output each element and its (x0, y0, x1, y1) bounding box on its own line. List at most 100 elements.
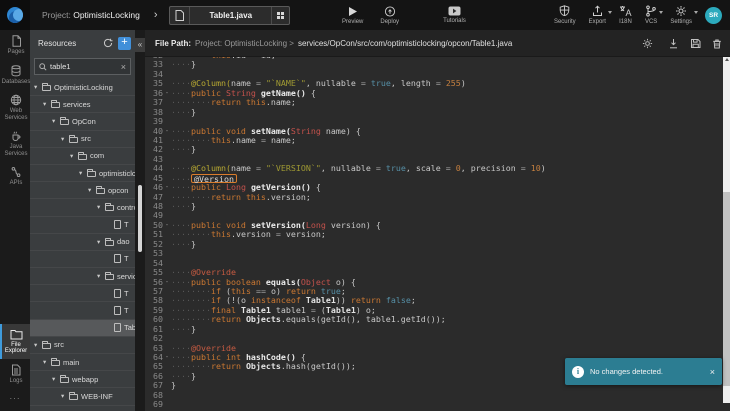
export-button[interactable]: Export (589, 5, 606, 25)
editor-scrollbar[interactable] (723, 57, 730, 403)
refresh-button[interactable] (103, 38, 113, 48)
code-line-39[interactable]: 39 (145, 117, 723, 126)
fold-marker[interactable]: - (163, 127, 171, 136)
tree-item-services[interactable]: ▾services (30, 96, 135, 113)
code-line-61[interactable]: 61····} (145, 325, 723, 334)
toast-close-icon[interactable]: × (710, 367, 715, 377)
tree-item-T[interactable]: T (30, 302, 135, 319)
caret-down-icon[interactable]: ▾ (43, 358, 51, 366)
editor-scrollbar-thumb[interactable] (723, 192, 730, 386)
code-line-55[interactable]: 55····@Override (145, 268, 723, 277)
fold-marker[interactable]: - (163, 221, 171, 230)
fold-marker[interactable]: - (163, 278, 171, 287)
code-line-54[interactable]: 54 (145, 259, 723, 268)
code-line-33[interactable]: 33····} (145, 60, 723, 69)
tree-scrollbar[interactable] (138, 185, 142, 252)
code-line-40[interactable]: 40-····public void setName(String name) … (145, 127, 723, 136)
fold-marker[interactable]: - (163, 183, 171, 192)
clear-search-icon[interactable]: × (121, 62, 126, 72)
code-line-58[interactable]: 58········if (!(o instanceof Table1)) re… (145, 296, 723, 305)
code-line-51[interactable]: 51········this.version = version; (145, 230, 723, 239)
tree-item-Table1.java[interactable]: Table1.java (30, 320, 135, 337)
security-button[interactable]: Security (554, 5, 576, 25)
code-line-34[interactable]: 34 (145, 70, 723, 79)
caret-down-icon[interactable]: ▾ (52, 117, 60, 125)
preview-button[interactable]: Preview (342, 6, 363, 25)
sidebar-item-file-explorer[interactable]: File Explorer (0, 324, 30, 359)
tree-item-opcon[interactable]: ▾opcon (30, 182, 135, 199)
code-line-37[interactable]: 37········return this.name; (145, 98, 723, 107)
code-line-42[interactable]: 42····} (145, 145, 723, 154)
caret-down-icon[interactable]: ▾ (34, 83, 42, 91)
deploy-button[interactable]: Deploy (380, 6, 399, 25)
code-line-53[interactable]: 53 (145, 249, 723, 258)
line-number[interactable]: 69 (145, 400, 163, 409)
caret-down-icon[interactable]: ▾ (97, 272, 105, 280)
tree-item-OpCon[interactable]: ▾OpCon (30, 113, 135, 130)
caret-down-icon[interactable]: ▾ (70, 152, 78, 160)
caret-down-icon[interactable]: ▾ (61, 392, 69, 400)
tree-item-com[interactable]: ▾com (30, 148, 135, 165)
caret-down-icon[interactable]: ▾ (34, 341, 42, 349)
tutorials-button[interactable]: Tutorials (443, 6, 466, 24)
caret-down-icon[interactable]: ▾ (97, 238, 105, 246)
tree-item-src[interactable]: ▾src (30, 131, 135, 148)
code-line-49[interactable]: 49 (145, 211, 723, 220)
tab-grid-seg[interactable] (271, 7, 289, 24)
code-line-56[interactable]: 56-····public boolean equals(Object o) { (145, 278, 723, 287)
code-line-41[interactable]: 41········this.name = name; (145, 136, 723, 145)
code-line-52[interactable]: 52····} (145, 240, 723, 249)
vcs-button[interactable]: VCS (645, 5, 657, 25)
sidebar-item-java-services[interactable]: Java Services (0, 125, 30, 161)
tree-item-T[interactable]: T (30, 217, 135, 234)
code-line-48[interactable]: 48····} (145, 202, 723, 211)
tree-item-dao[interactable]: ▾dao (30, 234, 135, 251)
settings-button[interactable]: Settings (670, 5, 692, 25)
resource-search-input[interactable]: table1 × (34, 58, 131, 75)
caret-down-icon[interactable]: ▾ (97, 203, 105, 211)
add-resource-button[interactable]: + (118, 37, 131, 50)
tree-item-webapp[interactable]: ▾webapp (30, 371, 135, 388)
tree-item-T[interactable]: T (30, 251, 135, 268)
delete-file-button[interactable] (712, 38, 722, 49)
sidebar-item-databases[interactable]: Databases (0, 60, 30, 90)
tree-item-controller[interactable]: ▾controller (30, 199, 135, 216)
sidebar-more-button[interactable]: ··· (0, 388, 30, 411)
open-file-tab[interactable]: Table1.java (169, 6, 290, 25)
tree-item-T[interactable]: T (30, 285, 135, 302)
code-line-46[interactable]: 46-····public Long getVersion() { (145, 183, 723, 192)
tree-item-OptimisticLocking[interactable]: ▾OptimisticLocking (30, 79, 135, 96)
caret-down-icon[interactable]: ▾ (79, 169, 87, 177)
fold-marker[interactable]: - (163, 353, 171, 362)
code-line-44[interactable]: 44····@Column(name = "`VERSION`", nullab… (145, 164, 723, 173)
download-file-button[interactable] (668, 38, 679, 49)
caret-down-icon[interactable]: ▾ (88, 186, 96, 194)
sidebar-item-logs[interactable]: Logs (0, 359, 30, 389)
code-line-50[interactable]: 50-····public void setVersion(Long versi… (145, 221, 723, 230)
save-file-button[interactable] (690, 38, 701, 49)
tree-item-WEB-INF[interactable]: ▾WEB-INF (30, 388, 135, 405)
code-line-38[interactable]: 38····} (145, 108, 723, 117)
sidebar-item-pages[interactable]: Pages (0, 30, 30, 60)
code-line-59[interactable]: 59········final Table1 table1 = (Table1)… (145, 306, 723, 315)
caret-down-icon[interactable]: ▾ (61, 135, 69, 143)
fold-marker[interactable]: - (163, 89, 171, 98)
code-line-45[interactable]: 45····@Version (145, 174, 723, 183)
code-line-60[interactable]: 60········return Objects.equals(getId(),… (145, 315, 723, 324)
code-line-69[interactable]: 69 (145, 400, 723, 409)
user-avatar[interactable]: SR (705, 7, 722, 24)
code-line-36[interactable]: 36-····public String getName() { (145, 89, 723, 98)
code-line-62[interactable]: 62 (145, 334, 723, 343)
collapse-panel-button[interactable]: « (135, 38, 145, 52)
code-line-47[interactable]: 47········return this.version; (145, 193, 723, 202)
code-line-63[interactable]: 63····@Override (145, 344, 723, 353)
code-line-35[interactable]: 35····@Column(name = "`NAME`", nullable … (145, 79, 723, 88)
code-line-68[interactable]: 68 (145, 391, 723, 400)
sidebar-item-web-services[interactable]: Web Services (0, 89, 30, 125)
sidebar-item-apis[interactable]: APIs (0, 161, 30, 191)
code-line-43[interactable]: 43 (145, 155, 723, 164)
caret-down-icon[interactable]: ▾ (43, 100, 51, 108)
tree-item-service[interactable]: ▾service (30, 268, 135, 285)
file-settings-button[interactable] (642, 38, 653, 49)
tree-item-optimisticlocking[interactable]: ▾optimisticlocking (30, 165, 135, 182)
